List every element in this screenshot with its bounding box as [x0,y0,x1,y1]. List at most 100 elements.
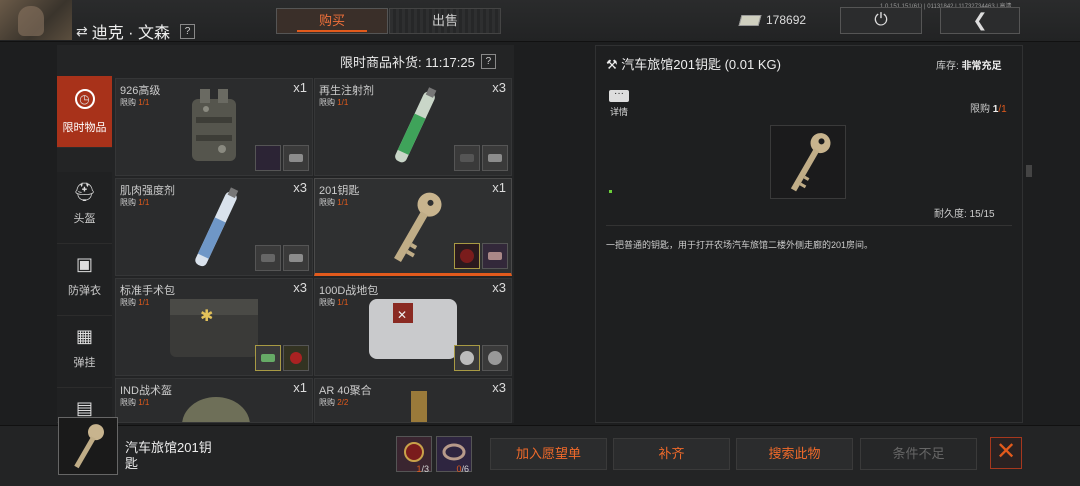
search-item-button[interactable]: 搜索此物 [736,438,853,470]
detail-panel [595,45,1023,423]
status-dot [609,190,612,193]
item-card[interactable]: 926高级 x1 限购 1/1 [115,78,313,176]
limit-prefix: 限购 [319,298,335,307]
item-name: 肌肉强度剂 [120,185,175,197]
item-card[interactable]: AR 40聚合 x3 限购 2/2 [314,378,512,423]
category-vest[interactable]: ▣ 防弹衣 [57,244,112,316]
item-card[interactable]: 100D战地包 x3 限购 1/1 ✕ [314,278,512,376]
close-button[interactable]: ✕ [990,437,1022,469]
limit-value: 1/1 [337,298,349,307]
material-count: 1/3 [416,464,429,474]
item-card[interactable]: 再生注射剂 x3 限购 1/1 [314,78,512,176]
limit-value: 1/1 [138,198,150,207]
item-card-selected[interactable]: 201钥匙 x1 限购 1/1 [314,178,512,276]
tab-sell[interactable]: 出售 [389,8,501,34]
category-limited[interactable]: ◷ 限时物品 [57,76,112,148]
rig-icon: ▦ [75,326,93,346]
detail-title-text: 汽车旅馆201钥匙 (0.01 KG) [621,57,781,72]
svg-text:✱: ✱ [200,306,213,325]
limit-value: 1/1 [138,98,150,107]
limit-prefix: 限购 [319,198,335,207]
limit-prefix: 限购 [319,398,335,407]
item-qty: x3 [492,380,506,395]
item-limit: 限购 1/1 [319,297,348,308]
money-display: 178692 [738,10,810,30]
tab-buy[interactable]: 购买 [276,8,388,34]
player-avatar[interactable] [0,0,72,40]
limit-value: 1/1 [337,98,349,107]
key-image [394,192,442,263]
material-icon[interactable] [454,145,480,171]
item-name: 再生注射剂 [319,85,374,97]
player-name: ⇄ 迪克 · 文森 ? [76,19,195,43]
category-sidebar: ◷ 限时物品 ⛑ 头盔 ▣ 防弹衣 ▦ 弹挂 ▤ [57,76,112,423]
surgery-kit-image: ✱ [170,299,258,357]
item-name: 926高级 [120,85,161,97]
material-icon[interactable] [454,243,480,269]
money-amount: 178692 [766,13,807,27]
durability: 耐久度: 15/15 [934,209,995,220]
limit-label: 限购 [970,104,990,115]
item-qty: x1 [492,180,506,195]
item-limit: 限购 1/1 [120,397,149,408]
category-rig[interactable]: ▦ 弹挂 [57,316,112,388]
material-icon[interactable] [283,145,309,171]
scrollbar[interactable] [1026,165,1032,177]
info-icon: ··· [609,89,629,102]
category-label: 限时物品 [62,122,107,134]
fill-button[interactable]: 补齐 [613,438,730,470]
selected-item-thumbnail [58,417,118,475]
restock-timer: 限时商品补货: 11:17:25 ? [340,52,496,71]
clock-icon: ◷ [74,89,95,109]
vest-image [192,89,236,161]
help-icon[interactable]: ? [179,23,195,39]
key-image [790,133,831,192]
material-icon[interactable] [482,145,508,171]
selected-item-name: 汽车旅馆201钥匙 [125,440,212,471]
player-name-text: 迪克 · 文森 [91,25,170,42]
add-wishlist-button[interactable]: 加入愿望单 [490,438,607,470]
material-icon[interactable] [482,243,508,269]
swap-icon[interactable]: ⇄ [76,23,88,40]
material-icon[interactable] [255,245,281,271]
material-icon[interactable] [454,345,480,371]
item-limit: 限购 1/1 [120,97,149,108]
item-card[interactable]: 肌肉强度剂 x3 限购 1/1 [115,178,313,276]
close-icon: ✕ [995,438,1017,465]
category-label: 防弹衣 [68,285,101,297]
vest-icon: ▣ [75,254,93,274]
item-limit: 限购 1/1 [319,97,348,108]
limit-value: 2/2 [337,398,349,407]
item-qty: x3 [293,280,307,295]
category-label: 弹挂 [73,357,96,369]
helmet-icon: ⛑ [73,182,96,202]
cost-material[interactable]: 0/6 [436,436,472,474]
stock-label: 库存: [936,61,959,72]
power-button[interactable]: ⏻ [840,7,922,34]
material-icon[interactable] [255,345,281,371]
wrench-icon: ⚒ [606,57,618,72]
cost-material[interactable]: 1/3 [396,436,432,474]
material-icon[interactable] [283,345,309,371]
restock-help-icon[interactable]: ? [480,54,496,69]
item-qty: x1 [293,80,307,95]
divider [606,225,1012,226]
material-icon[interactable] [283,245,309,271]
limit-total: /1 [998,104,1007,115]
item-name: IND战术盔 [120,385,172,397]
item-limit: 限购 1/1 [120,197,149,208]
item-card[interactable]: IND战术盔 x1 限购 1/1 [115,378,313,423]
condition-unmet-button[interactable]: 条件不足 [860,438,977,470]
back-button[interactable]: ❮ [940,7,1020,34]
limit-prefix: 限购 [319,98,335,107]
limit-prefix: 限购 [120,198,136,207]
item-name: 201钥匙 [319,185,360,197]
material-icon[interactable] [482,345,508,371]
details-button[interactable]: ··· 详情 [609,89,629,118]
item-qty: x3 [492,280,506,295]
svg-text:✕: ✕ [397,308,407,322]
material-icon[interactable] [255,145,281,171]
category-helmet[interactable]: ⛑ 头盔 [57,172,112,244]
back-arrow-icon: ❮ [972,10,988,30]
item-card[interactable]: 标准手术包 x3 限购 1/1 ✱ [115,278,313,376]
